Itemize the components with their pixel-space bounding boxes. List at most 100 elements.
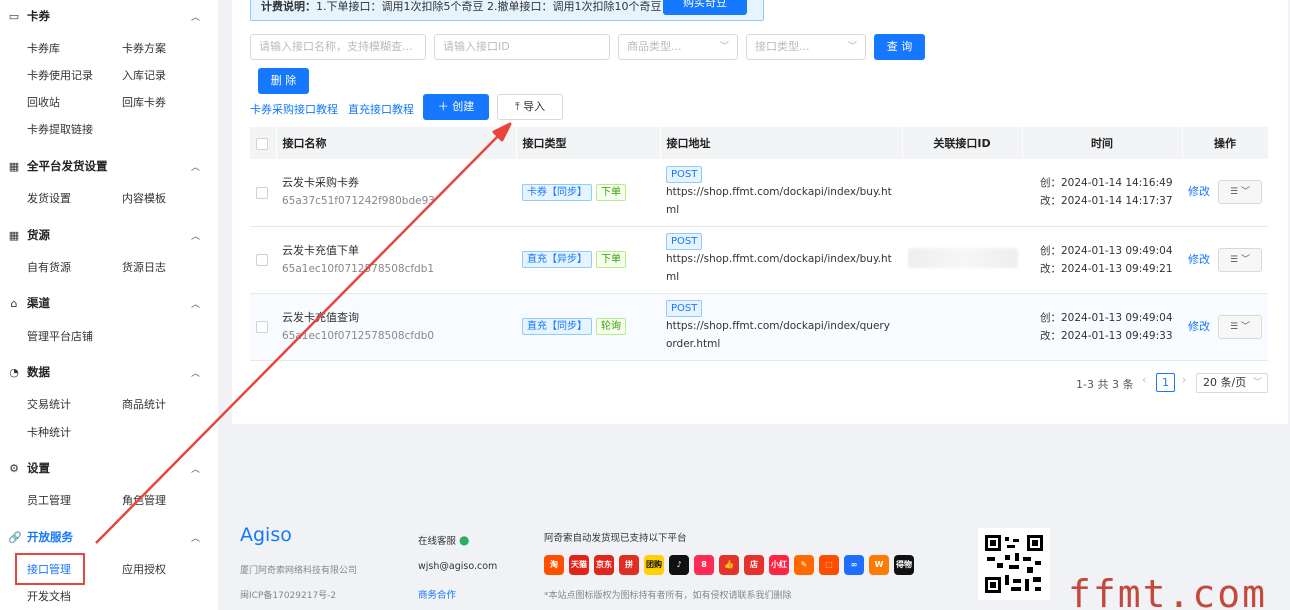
created-time: 创：2024-01-14 14:16:49 [1040, 177, 1173, 190]
created-time: 创：2024-01-13 09:49:04 [1040, 311, 1173, 324]
online-service-label[interactable]: 在线客服 ● [418, 533, 470, 547]
sidebar-item-card-plan[interactable]: 卡券方案 [122, 40, 166, 56]
api-id: 65a1ec10f0712578508cfdb1 [282, 262, 435, 275]
sidebar-section-supply[interactable]: ▦ 货源 ︿ [8, 225, 208, 245]
more-actions-dropdown[interactable]: ☰ ﹀ [1218, 247, 1262, 272]
sidebar-item-content-template[interactable]: 内容模板 [122, 190, 166, 206]
sidebar-item-trade-stats[interactable]: 交易统计 [27, 396, 71, 412]
id-search-input[interactable]: 请输入接口ID [434, 34, 610, 60]
api-table: 接口名称 接口类型 接口地址 关联接口ID 时间 操作 云发卡采购卡券 65a37… [250, 127, 1269, 361]
edit-link[interactable]: 修改 [1188, 320, 1210, 333]
watermark-text: ffmt.com [1068, 572, 1268, 610]
sidebar-item-own-supply[interactable]: 自有货源 [27, 259, 71, 275]
brand-logo: Agiso [240, 524, 292, 546]
goods-type-select[interactable]: 商品类型... ﹀ [618, 34, 738, 60]
sidebar-item-delivery-settings[interactable]: 发货设置 [27, 190, 71, 206]
sidebar-section-card[interactable]: ▭ 卡券 ︿ [8, 6, 208, 26]
sidebar-section-delivery[interactable]: ▦ 全平台发货设置 ︿ [8, 156, 208, 176]
sidebar-item-dev-docs[interactable]: 开发文档 [27, 588, 71, 604]
delete-button[interactable]: 删 除 [258, 68, 309, 94]
col-header-type: 接口类型 [516, 127, 661, 159]
wechat-icon: ● [459, 533, 470, 547]
platform-icon: 天猫 [569, 555, 589, 575]
page-size-select[interactable]: 20 条/页 ﹀ [1196, 373, 1268, 393]
sidebar-item-app-auth[interactable]: 应用授权 [122, 561, 166, 577]
sidebar-item-card-usage[interactable]: 卡券使用记录 [27, 67, 93, 83]
chevron-up-icon: ︿ [190, 12, 200, 23]
icp-number[interactable]: 闽ICP备17029217号-2 [240, 588, 336, 601]
sidebar-item-recycle[interactable]: 回收站 [27, 94, 60, 110]
chevron-down-icon: ﹀ [847, 42, 857, 52]
platforms-title: 阿奇索自动发货现已支持以下平台 [544, 533, 687, 544]
sidebar-item-card-links[interactable]: 卡券提取链接 [27, 121, 93, 137]
more-actions-dropdown[interactable]: ☰ ﹀ [1218, 180, 1262, 205]
table-row: 云发卡采购卡券 65a37c51f071242f980bde93 卡券【同步】 下单… [250, 159, 1268, 227]
pie-icon: ◔ [9, 365, 19, 379]
sidebar-item-manage-stores[interactable]: 管理平台店铺 [27, 328, 93, 344]
sidebar-item-goods-stats[interactable]: 商品统计 [122, 396, 166, 412]
buy-beans-button[interactable]: 购买奇豆 [663, 0, 747, 15]
sidebar-section-settings[interactable]: ⚙ 设置 ︿ [8, 458, 208, 478]
page-number[interactable]: 1 [1156, 373, 1175, 392]
query-button[interactable]: 查 询 [874, 34, 925, 60]
type-tag: 卡券【同步】 [522, 183, 592, 201]
qr-code-icon [978, 528, 1050, 600]
api-type-select[interactable]: 接口类型... ﹀ [746, 34, 866, 60]
platform-icon: 京东 [594, 555, 614, 575]
gear-icon: ⚙ [9, 461, 19, 475]
method-tag: POST [666, 300, 703, 317]
sidebar-section-data[interactable]: ◔ 数据 ︿ [8, 362, 208, 382]
action-tag: 下单 [596, 183, 626, 201]
platform-icon: 淘 [544, 555, 564, 575]
sidebar-item-roles[interactable]: 角色管理 [122, 492, 166, 508]
col-header-url: 接口地址 [660, 127, 903, 159]
billing-notice: 计费说明： 1.下单接口：调用1次扣除5个奇豆 2.撤单接口：调用1次扣除10个… [250, 0, 764, 21]
api-id: 65a1ec10f0712578508cfdb0 [282, 329, 435, 342]
business-link[interactable]: 商务合作 [418, 587, 456, 601]
api-name: 云发卡充值查询 [282, 310, 359, 324]
sidebar-section-channel[interactable]: ⌂ 渠道 ︿ [8, 293, 208, 313]
row-checkbox[interactable] [256, 186, 268, 199]
sidebar-item-staff[interactable]: 员工管理 [27, 492, 71, 508]
chevron-up-icon: ︿ [190, 533, 200, 544]
grid-icon: ▦ [8, 159, 20, 173]
platform-icon: 👍 [719, 555, 739, 575]
sidebar-item-card-library[interactable]: 卡券库 [27, 40, 60, 56]
chevron-up-icon: ︿ [190, 299, 200, 310]
edit-link[interactable]: 修改 [1188, 253, 1210, 266]
sidebar-item-supply-log[interactable]: 货源日志 [122, 259, 166, 275]
upload-icon: ⤒ [514, 100, 524, 113]
col-header-actions: 操作 [1182, 127, 1269, 159]
select-all-checkbox[interactable] [256, 137, 268, 150]
sidebar-item-card-type-stats[interactable]: 卡种统计 [27, 424, 71, 440]
modified-time: 改：2024-01-13 09:49:21 [1040, 262, 1173, 275]
copyright-note: *本站点图标版权为图标持有者所有，如有侵权请联系我们删除 [544, 591, 792, 601]
edit-link[interactable]: 修改 [1188, 185, 1210, 198]
create-button[interactable]: ＋ 创建 [423, 94, 489, 120]
type-tag: 直充【同步】 [522, 318, 592, 335]
annotation-highlight-box [15, 553, 85, 585]
prev-page-icon[interactable]: ‹ [1142, 373, 1146, 386]
chevron-up-icon: ︿ [190, 368, 200, 379]
recharge-tutorial-link[interactable]: 直充接口教程 [348, 101, 414, 117]
table-row: 云发卡充值查询 65a1ec10f0712578508cfdb0 直充【同步】 轮询… [250, 293, 1268, 361]
next-page-icon[interactable]: › [1182, 373, 1186, 386]
more-actions-dropdown[interactable]: ☰ ﹀ [1218, 314, 1262, 339]
row-checkbox[interactable] [256, 321, 268, 333]
pagination-total: 1-3 共 3 条 [1076, 378, 1134, 391]
api-url: https://shop.ffmt.com/dockapi/index/quer… [666, 320, 890, 350]
platform-icons: 淘天猫京东拼团购♪8👍店小红书✎⬚∞W得物 [544, 555, 914, 575]
sidebar-section-open-service[interactable]: 🔗 开放服务 ︿ [8, 527, 208, 547]
sidebar-item-stock-in[interactable]: 入库记录 [122, 67, 166, 83]
col-header-time: 时间 [1022, 127, 1183, 159]
api-url: https://shop.ffmt.com/dockapi/index/buy.… [666, 185, 892, 216]
name-search-input[interactable]: 请输入接口名称，支持模糊查... [250, 34, 426, 60]
chevron-down-icon: ﹀ [719, 42, 729, 52]
sidebar-item-returned-cards[interactable]: 回库卡券 [122, 94, 166, 110]
chevron-up-icon: ︿ [190, 231, 200, 242]
row-checkbox[interactable] [256, 254, 268, 266]
card-purchase-tutorial-link[interactable]: 卡券采购接口教程 [250, 101, 338, 117]
contact-email[interactable]: wjsh@agiso.com [418, 561, 497, 572]
import-button[interactable]: ⤒ 导入 [497, 94, 563, 120]
platform-icon: ⬚ [819, 555, 839, 575]
